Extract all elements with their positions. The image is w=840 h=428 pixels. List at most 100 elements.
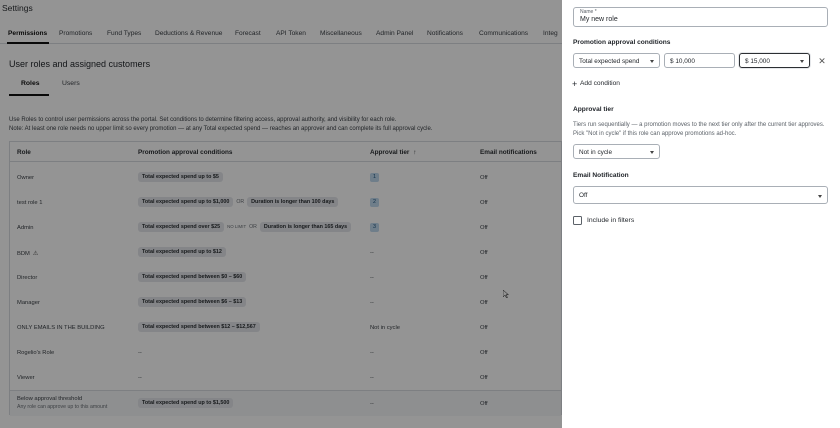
- tab-admin-panel[interactable]: Admin Panel: [376, 30, 413, 37]
- header-role[interactable]: Role: [17, 149, 31, 156]
- approval-tier-select[interactable]: Not in cycle: [573, 144, 660, 159]
- chevron-down-icon: [650, 60, 654, 63]
- or-separator: OR: [249, 224, 257, 230]
- role-conditions: Total expected spend up to $12: [138, 247, 229, 257]
- table-row[interactable]: Rogelio's Role -- -- Off: [10, 341, 561, 366]
- email-notification-cell: Off: [480, 275, 488, 281]
- table-row[interactable]: Owner Total expected spend up to $5 1 Of…: [10, 166, 561, 191]
- promotion-conditions-title: Promotion approval conditions: [573, 39, 671, 46]
- role-name-value: My new role: [580, 16, 618, 23]
- condition-pill: Total expected spend up to $12: [138, 247, 226, 257]
- role-name: BDM: [17, 251, 30, 257]
- tab-promotions[interactable]: Promotions: [59, 30, 92, 37]
- active-tab-indicator: [7, 42, 49, 44]
- role-name-cell: BDM ⚠: [17, 250, 38, 257]
- email-notification-cell: Off: [480, 200, 488, 206]
- role-name: Admin: [17, 225, 34, 231]
- or-separator: OR: [236, 199, 245, 205]
- condition-max-value: $ 15,000: [745, 57, 770, 65]
- add-condition-button[interactable]: + Add condition: [572, 79, 620, 89]
- role-name: Manager: [17, 300, 40, 306]
- role-name: Rogelio's Role: [17, 350, 55, 356]
- role-name-field[interactable]: Name * My new role: [573, 7, 828, 27]
- settings-tabs: Permissions Promotions Fund Types Deduct…: [0, 24, 562, 44]
- tab-miscellaneous[interactable]: Miscellaneous: [320, 30, 362, 37]
- header-email-notifications[interactable]: Email notifications: [480, 149, 537, 156]
- email-notification-cell: Off: [480, 350, 488, 356]
- role-name: test role 1: [17, 200, 43, 206]
- email-notification-cell: Off: [480, 225, 488, 231]
- chevron-down-icon: [650, 151, 654, 154]
- active-subtab-indicator: [9, 94, 49, 96]
- approval-tier-description: Tiers run sequentially — a promotion mov…: [573, 122, 825, 137]
- tab-api-token[interactable]: API Token: [276, 30, 306, 37]
- condition-pill: Total expected spend over $25: [138, 222, 225, 232]
- role-conditions: Total expected spend up to $1,000 OR Durat…: [138, 197, 341, 207]
- chevron-down-icon: [800, 60, 804, 63]
- include-in-filters-checkbox[interactable]: [573, 216, 582, 225]
- condition-min-input[interactable]: $ 10,000: [664, 53, 735, 68]
- mouse-cursor-icon: [503, 290, 509, 298]
- include-in-filters-label[interactable]: Include in filters: [587, 217, 634, 224]
- approval-tier-cell: 3: [370, 223, 379, 232]
- tab-communications[interactable]: Communications: [479, 30, 528, 37]
- tab-notifications[interactable]: Notifications: [427, 30, 463, 37]
- page-title: Settings: [2, 3, 33, 13]
- table-row[interactable]: Director Total expected spend between $0…: [10, 266, 561, 291]
- tab-fund-types[interactable]: Fund Types: [107, 30, 141, 37]
- role-editor-drawer: Name * My new role Promotion approval co…: [562, 0, 840, 428]
- table-row[interactable]: Viewer -- -- Off: [10, 366, 561, 391]
- role-conditions: --: [138, 350, 142, 356]
- no-limit-tag: NO LIMIT: [227, 224, 247, 229]
- tier-badge: 2: [370, 198, 379, 207]
- condition-min-value: $ 10,000: [670, 57, 695, 65]
- settings-page: Settings Permissions Promotions Fund Typ…: [0, 0, 562, 428]
- email-notification-title: Email Notification: [573, 172, 629, 179]
- email-notification-value: Off: [579, 192, 588, 199]
- warning-icon: ⚠: [32, 251, 39, 257]
- condition-max-input[interactable]: $ 15,000: [739, 53, 810, 68]
- approval-tier-cell: --: [370, 250, 374, 256]
- roles-intro: Use Roles to control user permissions ac…: [9, 116, 432, 134]
- threshold-tier: --: [370, 401, 374, 407]
- table-row[interactable]: Manager Total expected spend between $6 …: [10, 291, 561, 316]
- condition-pill: Total expected spend up to $1,500: [138, 398, 234, 408]
- role-name: Director: [17, 275, 38, 281]
- condition-pill: Total expected spend between $0 – $60: [138, 272, 247, 282]
- table-row[interactable]: BDM ⚠ Total expected spend up to $12 -- O…: [10, 241, 561, 266]
- role-conditions: Total expected spend between $12 – $12,5…: [138, 322, 263, 332]
- email-notification-cell: Off: [480, 175, 488, 181]
- threshold-conditions: Total expected spend up to $1,500: [138, 398, 236, 408]
- tab-permissions[interactable]: Permissions: [8, 30, 47, 37]
- tab-integrations[interactable]: Integ: [543, 30, 558, 37]
- table-row[interactable]: ONLY EMAILS IN THE BUILDING Total expect…: [10, 316, 561, 341]
- subtab-roles[interactable]: Roles: [21, 80, 40, 87]
- condition-pill: Total expected spend between $6 – $13: [138, 297, 247, 307]
- role-conditions: Total expected spend between $6 – $13: [138, 297, 249, 307]
- header-approval-tier-label: Approval tier: [370, 149, 410, 156]
- table-header: Role Promotion approval conditions Appro…: [10, 142, 561, 162]
- tier-badge: 3: [370, 223, 379, 232]
- close-icon[interactable]: ✕: [817, 56, 827, 66]
- condition-pill: Total expected spend between $12 – $12,5…: [138, 322, 260, 332]
- approval-tier-cell: Not in cycle: [370, 325, 400, 331]
- header-conditions[interactable]: Promotion approval conditions: [138, 149, 232, 156]
- chevron-down-icon: [818, 194, 822, 198]
- section-title: User roles and assigned customers: [9, 59, 151, 69]
- email-notification-cell: Off: [480, 325, 488, 331]
- tab-deductions-revenue[interactable]: Deductions & Revenue: [155, 30, 222, 37]
- tier-badge: 1: [370, 173, 379, 182]
- table-row[interactable]: Admin Total expected spend over $25 NO LI…: [10, 216, 561, 241]
- table-row[interactable]: test role 1 Total expected spend up to $…: [10, 191, 561, 216]
- approval-tier-cell: --: [370, 350, 374, 356]
- plus-icon: +: [572, 79, 578, 89]
- condition-pill: Duration is longer than 100 days: [247, 197, 339, 207]
- tab-forecast[interactable]: Forecast: [235, 30, 261, 37]
- subtab-users[interactable]: Users: [62, 80, 80, 87]
- intro-line-1: Use Roles to control user permissions ac…: [9, 117, 397, 123]
- email-notification-select[interactable]: Off: [573, 186, 828, 204]
- condition-metric-select[interactable]: Total expected spend: [573, 53, 660, 68]
- condition-pill: Duration is longer than 165 days: [259, 222, 352, 232]
- approval-threshold-row[interactable]: Below approval threshold Any role can ap…: [10, 390, 561, 416]
- header-approval-tier[interactable]: Approval tier ↑: [370, 149, 416, 156]
